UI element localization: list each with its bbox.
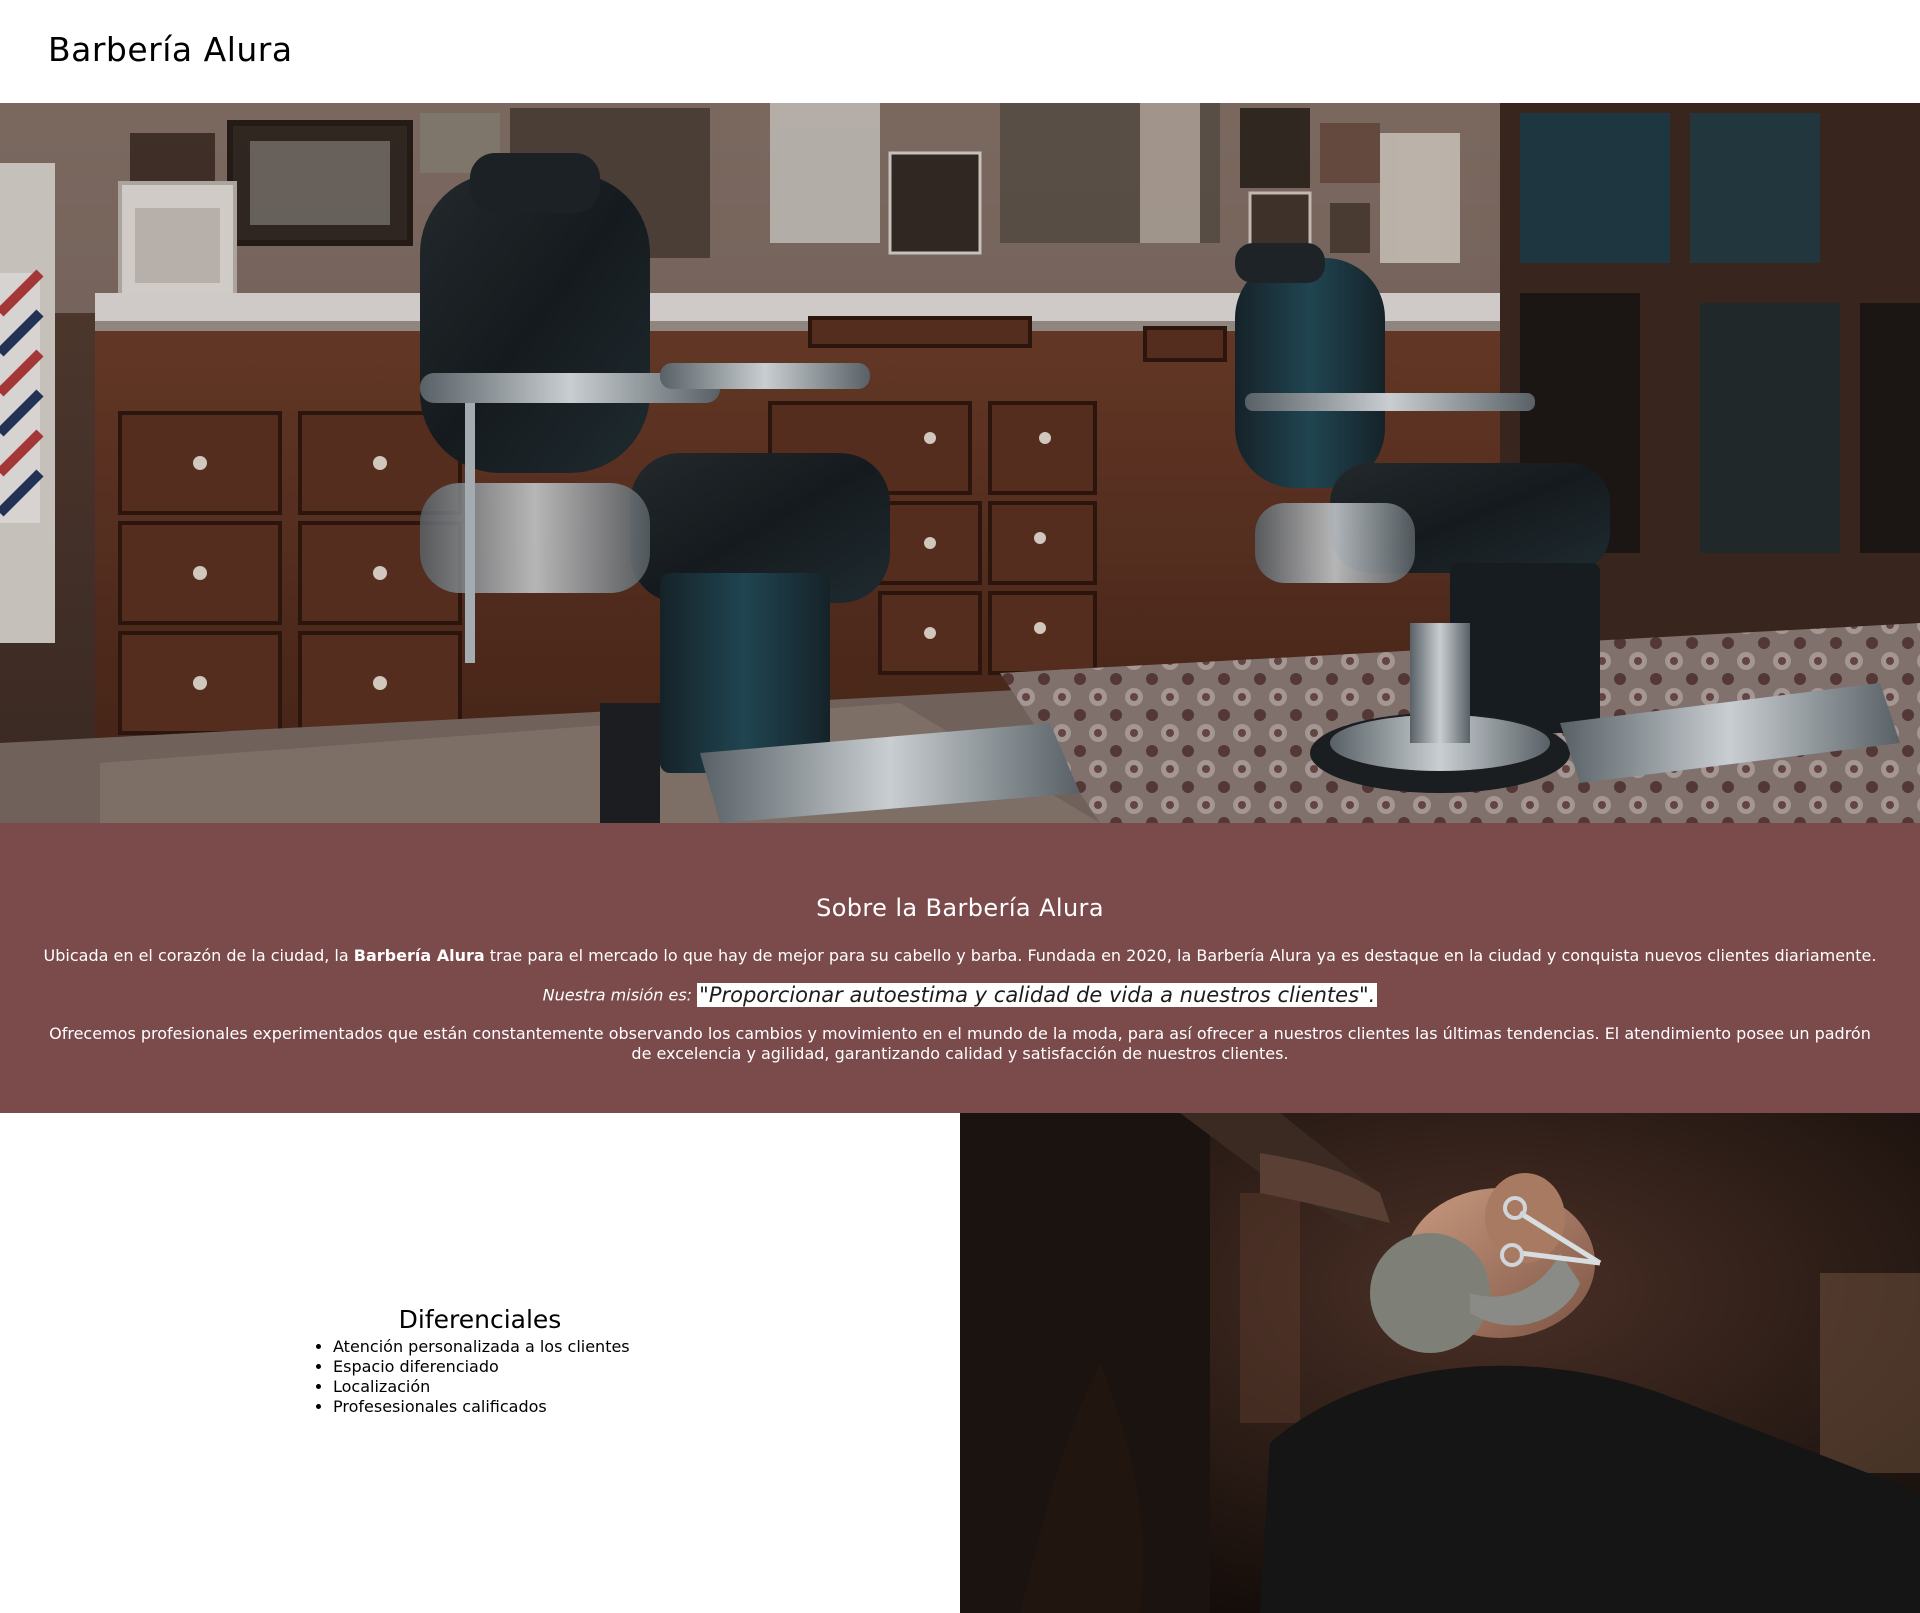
mission-quote: "Proporcionar autoestima y calidad de vi… — [697, 983, 1378, 1007]
about-intro-before: Ubicada en el corazón de la ciudad, la — [43, 946, 354, 965]
hero-banner-image — [0, 103, 1920, 823]
about-intro-text: Ubicada en el corazón de la ciudad, la B… — [0, 946, 1920, 965]
site-header: Barbería Alura — [0, 0, 1920, 103]
beard-trim-photo — [960, 1113, 1920, 1613]
mission-label: Nuestra misión es: — [542, 985, 693, 1005]
about-heading: Sobre la Barbería Alura — [816, 894, 1104, 922]
about-section: Sobre la Barbería Alura Ubicada en el co… — [0, 823, 1920, 1113]
list-item: Profesesionales calificados — [333, 1397, 630, 1417]
list-item: Localización — [333, 1377, 630, 1397]
barbershop-interior-illustration — [0, 103, 1920, 823]
features-section: Diferenciales Atención personalizada a l… — [0, 1113, 960, 1613]
list-item: Espacio diferenciado — [333, 1357, 630, 1377]
features-heading: Diferenciales — [398, 1305, 562, 1334]
site-title: Barbería Alura — [48, 30, 293, 69]
services-text: Ofrecemos profesionales experimentados q… — [49, 1024, 1871, 1063]
features-list: Atención personalizada a los clientes Es… — [314, 1337, 630, 1417]
list-item: Atención personalizada a los clientes — [333, 1337, 630, 1357]
mission-text: Nuestra misión es: "Proporcionar autoest… — [0, 983, 1920, 1007]
about-intro-bold: Barbería Alura — [353, 946, 485, 965]
barber-trimming-beard-illustration — [960, 1113, 1920, 1613]
about-intro-after: trae para el mercado lo que hay de mejor… — [484, 946, 1877, 965]
